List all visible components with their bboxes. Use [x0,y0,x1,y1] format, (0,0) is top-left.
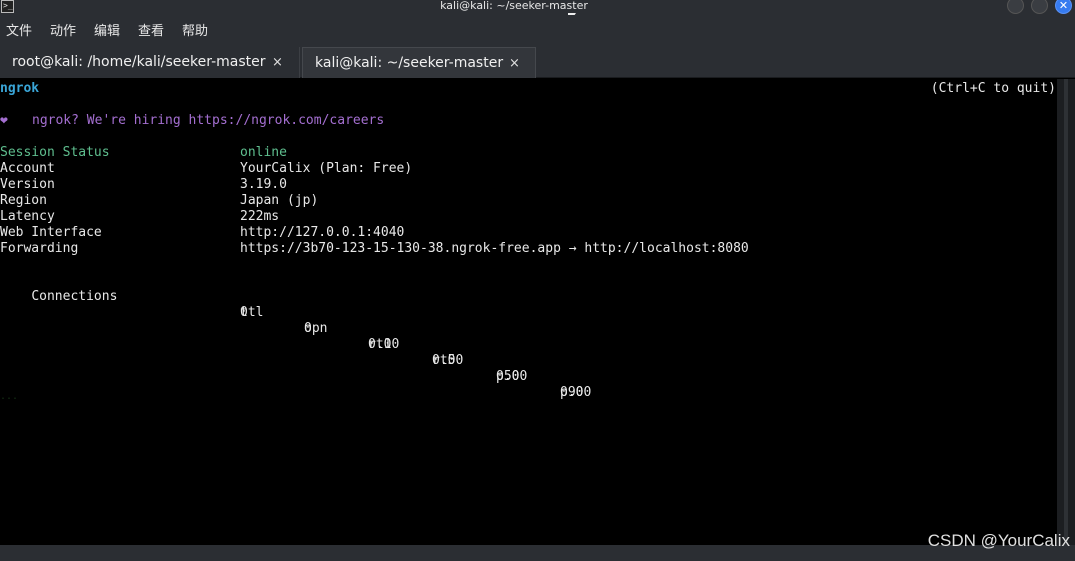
menu-view[interactable]: 查看 [138,24,164,40]
maximize-button[interactable] [1031,0,1048,14]
info-row-account: Account YourCalix (Plan: Free) [0,161,900,177]
info-value: 222ms [240,209,280,224]
info-row-web-interface: Web Interface http://127.0.0.1:4040 [0,225,900,241]
close-icon: ✕ [1058,0,1069,12]
terminal-scrollbar[interactable] [1057,79,1075,545]
scrollbar-thumb[interactable] [1064,79,1068,545]
tab-kali-seeker[interactable]: kali@kali: ~/seeker-master × [302,47,536,78]
info-value: YourCalix (Plan: Free) [240,161,413,176]
conn-value: 0.00 [496,369,528,384]
info-key: Latency [0,209,55,224]
info-key: Session Status [0,145,110,160]
window-title: kali@kali: ~/seeker-master [440,0,588,12]
info-value: 3.19.0 [240,177,287,192]
hiring-line: ❤ ngrok? We're hiring https://ngrok.com/c… [0,113,384,129]
conn-value: 0 [304,321,312,336]
info-row-version: Version 3.19.0 [0,177,900,193]
session-status-value: online [240,145,287,160]
conn-value: 0.00 [560,385,592,400]
tab-label: kali@kali: ~/seeker-master [315,55,504,71]
info-key: Web Interface [0,225,102,240]
tab-close-icon[interactable]: × [272,47,283,78]
connections-header-row: Connections ttl opn rt1 rt5 p50 p90 [0,273,900,400]
menu-edit[interactable]: 编辑 [94,24,120,40]
info-row-region: Region Japan (jp) [0,193,900,209]
hiring-text: ngrok? We're hiring https://ngrok.com/ca… [32,113,385,128]
quit-hint: (Ctrl+C to quit) [930,81,1056,96]
forwarding-link[interactable]: https://3b70-123-15-130-38.ngrok-free.ap… [240,241,749,257]
info-row-forwarding: Forwarding https://3b70-123-15-130-38.ngr… [0,241,900,257]
menu-action[interactable]: 动作 [50,24,76,40]
tab-close-icon[interactable]: × [509,48,520,79]
conn-value: 0.00 [368,337,400,352]
tab-label: root@kali: /home/kali/seeker-master [12,54,266,70]
web-interface-link[interactable]: http://127.0.0.1:4040 [240,225,404,241]
conn-value: 0 [240,305,248,320]
info-key: Version [0,177,55,192]
close-window-button[interactable]: ✕ [1055,0,1072,14]
info-value: Japan (jp) [240,193,319,208]
menu-file[interactable]: 文件 [6,24,32,40]
info-row-session-status: Session Status online [0,145,900,161]
menu-bar: 文件 动作 编辑 查看 帮助 [0,15,1075,45]
menu-help[interactable]: 帮助 [182,24,208,40]
terminal-output[interactable]: ngrok (Ctrl+C to quit) ❤ ngrok? We're hir… [0,79,1057,545]
conn-value: 0.00 [432,353,464,368]
faint-text: ... [0,391,19,402]
tab-root-seeker[interactable]: root@kali: /home/kali/seeker-master × [0,47,300,78]
heart-icon: ❤ [0,113,8,128]
ngrok-brand: ngrok [0,81,40,96]
title-bar: >_ kali@kali: ~/seeker-master ✕ [0,0,1075,15]
info-key: Account [0,161,55,176]
tab-bar: root@kali: /home/kali/seeker-master × ka… [0,45,1075,78]
csdn-watermark: CSDN @YourCalix [927,531,1070,550]
bottom-bar [0,545,1075,561]
connections-values-row: 0 0 0.00 0.00 0.00 0.00 [0,289,900,400]
info-key: Region [0,193,47,208]
info-row-latency: Latency 222ms [0,209,900,225]
info-key: Forwarding [0,241,79,256]
